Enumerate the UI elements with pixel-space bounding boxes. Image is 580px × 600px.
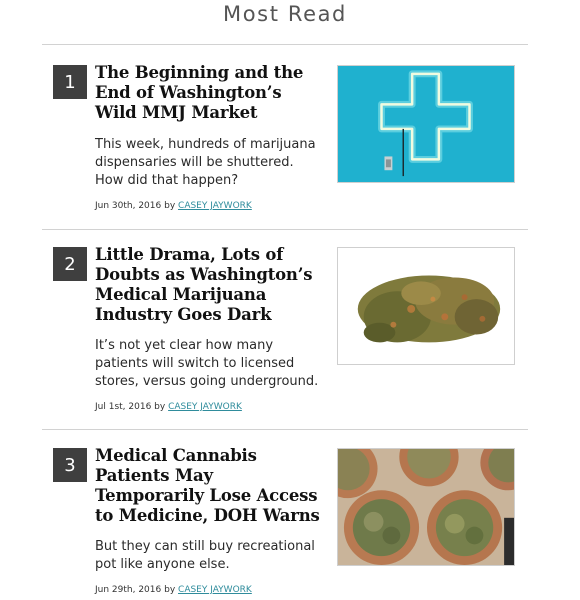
article-item[interactable]: 2 Little Drama, Lots of Doubts as Washin… xyxy=(42,245,528,430)
author-link[interactable]: CASEY JAYWORK xyxy=(178,585,252,595)
cannabis-bowls-image[interactable] xyxy=(337,448,515,566)
section-title: Most Read xyxy=(223,2,347,26)
top-divider xyxy=(42,44,528,45)
neon-cross-image[interactable] xyxy=(337,65,515,183)
article-summary: But they can still buy recreational pot … xyxy=(95,539,315,572)
article-summary: It’s not yet clear how many patients wil… xyxy=(95,338,319,389)
article-item[interactable]: 3 Medical Cannabis Patients May Temporar… xyxy=(42,446,528,600)
article-item[interactable]: 1 The Beginning and the End of Washingto… xyxy=(42,63,528,230)
byline-by: by xyxy=(164,201,176,211)
most-read-widget: Most Read 1 The Beginning and the End of… xyxy=(0,0,580,600)
article-byline: Jun 30th, 2016 by CASEY JAYWORK xyxy=(95,201,335,211)
byline-by: by xyxy=(164,585,176,595)
article-date: Jun 29th, 2016 xyxy=(95,585,162,595)
rank-badge: 2 xyxy=(53,247,87,281)
author-link[interactable]: CASEY JAYWORK xyxy=(178,201,252,211)
article-summary: This week, hundreds of marijuana dispens… xyxy=(95,137,316,188)
article-date: Jul 1st, 2016 xyxy=(95,402,152,412)
article-title-link[interactable]: Little Drama, Lots of Doubts as Washingt… xyxy=(95,245,323,325)
article-byline: Jul 1st, 2016 by CASEY JAYWORK xyxy=(95,402,335,412)
article-title-link[interactable]: The Beginning and the End of Washington’… xyxy=(95,63,323,123)
rank-badge: 3 xyxy=(53,448,87,482)
article-date: Jun 30th, 2016 xyxy=(95,201,162,211)
article-byline: Jun 29th, 2016 by CASEY JAYWORK xyxy=(95,585,335,595)
article-divider xyxy=(42,229,528,230)
article-divider xyxy=(42,429,528,430)
cannabis-bud-image[interactable] xyxy=(337,247,515,365)
author-link[interactable]: CASEY JAYWORK xyxy=(168,402,242,412)
article-title-link[interactable]: Medical Cannabis Patients May Temporaril… xyxy=(95,446,323,526)
rank-badge: 1 xyxy=(53,65,87,99)
byline-by: by xyxy=(154,402,166,412)
